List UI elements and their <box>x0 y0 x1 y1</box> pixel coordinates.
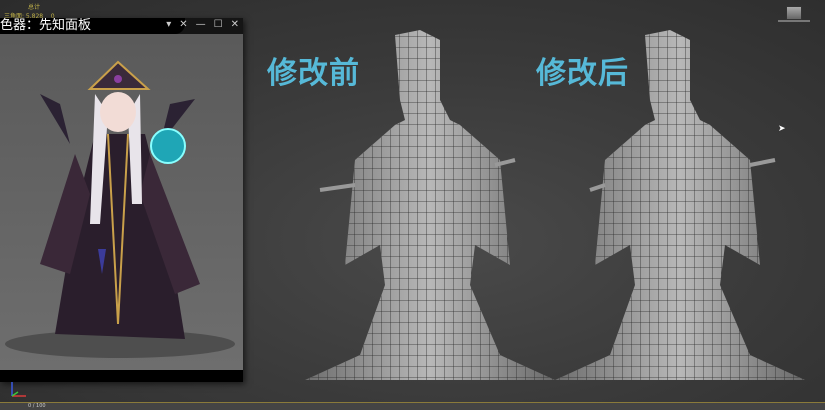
character-concept-image <box>0 34 243 370</box>
stats-label: 总计 <box>28 4 41 11</box>
maximize-button[interactable]: ☐ <box>214 19 223 30</box>
model-after[interactable] <box>555 30 805 380</box>
minimize-button[interactable]: — <box>196 19 206 30</box>
viewcube-icon[interactable] <box>786 6 802 20</box>
3d-viewport[interactable]: 总计 三角面: 5,828 0 色器：先知面板 ▾ ✕ — ☐ ✕ 修改前 修改… <box>0 0 825 402</box>
dropdown-icon[interactable]: ▾ <box>166 19 171 30</box>
model-before[interactable] <box>305 30 555 380</box>
mouse-cursor-icon: ➤ <box>778 124 786 134</box>
status-bar: 0 / 100 <box>0 402 825 410</box>
pin-close-icon[interactable]: ✕ <box>179 19 187 30</box>
reference-image-window[interactable]: 色器：先知面板 ▾ ✕ — ☐ ✕ <box>0 18 243 382</box>
frame-counter[interactable]: 0 / 100 <box>28 403 46 409</box>
close-button[interactable]: ✕ <box>231 19 239 30</box>
window-title: 色器：先知面板 <box>0 18 185 34</box>
axis-gizmo-icon <box>11 382 26 397</box>
wireframe-models[interactable] <box>290 25 810 385</box>
